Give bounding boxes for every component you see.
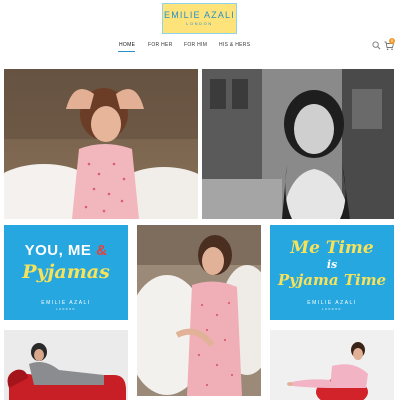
promo-me-time[interactable]: Me Time is Pyjama Time EMILIE AZALI LOND… bbox=[270, 225, 394, 320]
promo-line-you-me: YOU, ME & bbox=[4, 242, 128, 259]
promo-pyjama-time-text: Pyjama Time bbox=[277, 271, 387, 289]
nav-item-home[interactable]: HOME bbox=[119, 42, 135, 48]
promo-ampersand: & bbox=[96, 242, 108, 259]
promo-city: LONDON bbox=[56, 308, 76, 311]
promo-you-me-pyjamas[interactable]: YOU, ME & Pyjamas EMILIE AZALI LONDON bbox=[4, 225, 128, 320]
nav-item-his-and-hers[interactable]: HIS & HERS bbox=[219, 42, 250, 48]
product-image-street-portrait[interactable] bbox=[202, 69, 394, 219]
logo-city: LONDON bbox=[186, 21, 213, 26]
cart-count-badge: 0 bbox=[389, 38, 395, 44]
search-icon[interactable] bbox=[372, 41, 381, 50]
page: EMILIE AZALI LONDON HOME FOR HER FOR HIM… bbox=[0, 0, 400, 400]
promo-city: LONDON bbox=[322, 308, 342, 311]
promo-brand: EMILIE AZALI bbox=[307, 300, 357, 306]
promo-is-text: is bbox=[326, 258, 338, 271]
product-image-pyjama-pillows[interactable] bbox=[4, 69, 198, 219]
logo-name: EMILIE AZALI bbox=[164, 10, 235, 20]
main-nav: HOME FOR HER FOR HIM HIS & HERS bbox=[0, 42, 400, 52]
product-image-red-chair[interactable] bbox=[270, 330, 394, 400]
nav-item-for-him[interactable]: FOR HIM bbox=[184, 42, 207, 48]
product-image-red-sofa[interactable] bbox=[4, 330, 128, 400]
promo-me-time-text: Me Time bbox=[290, 238, 374, 258]
nav-item-for-her[interactable]: FOR HER bbox=[148, 42, 173, 48]
promo-pyjamas-text: Pyjamas bbox=[22, 261, 110, 283]
promo-you-me-text: YOU, ME bbox=[24, 242, 92, 259]
product-image-lounging[interactable] bbox=[137, 225, 261, 396]
brand-logo[interactable]: EMILIE AZALI LONDON bbox=[162, 3, 237, 34]
promo-brand: EMILIE AZALI bbox=[41, 300, 91, 306]
nav-active-indicator bbox=[118, 51, 135, 52]
